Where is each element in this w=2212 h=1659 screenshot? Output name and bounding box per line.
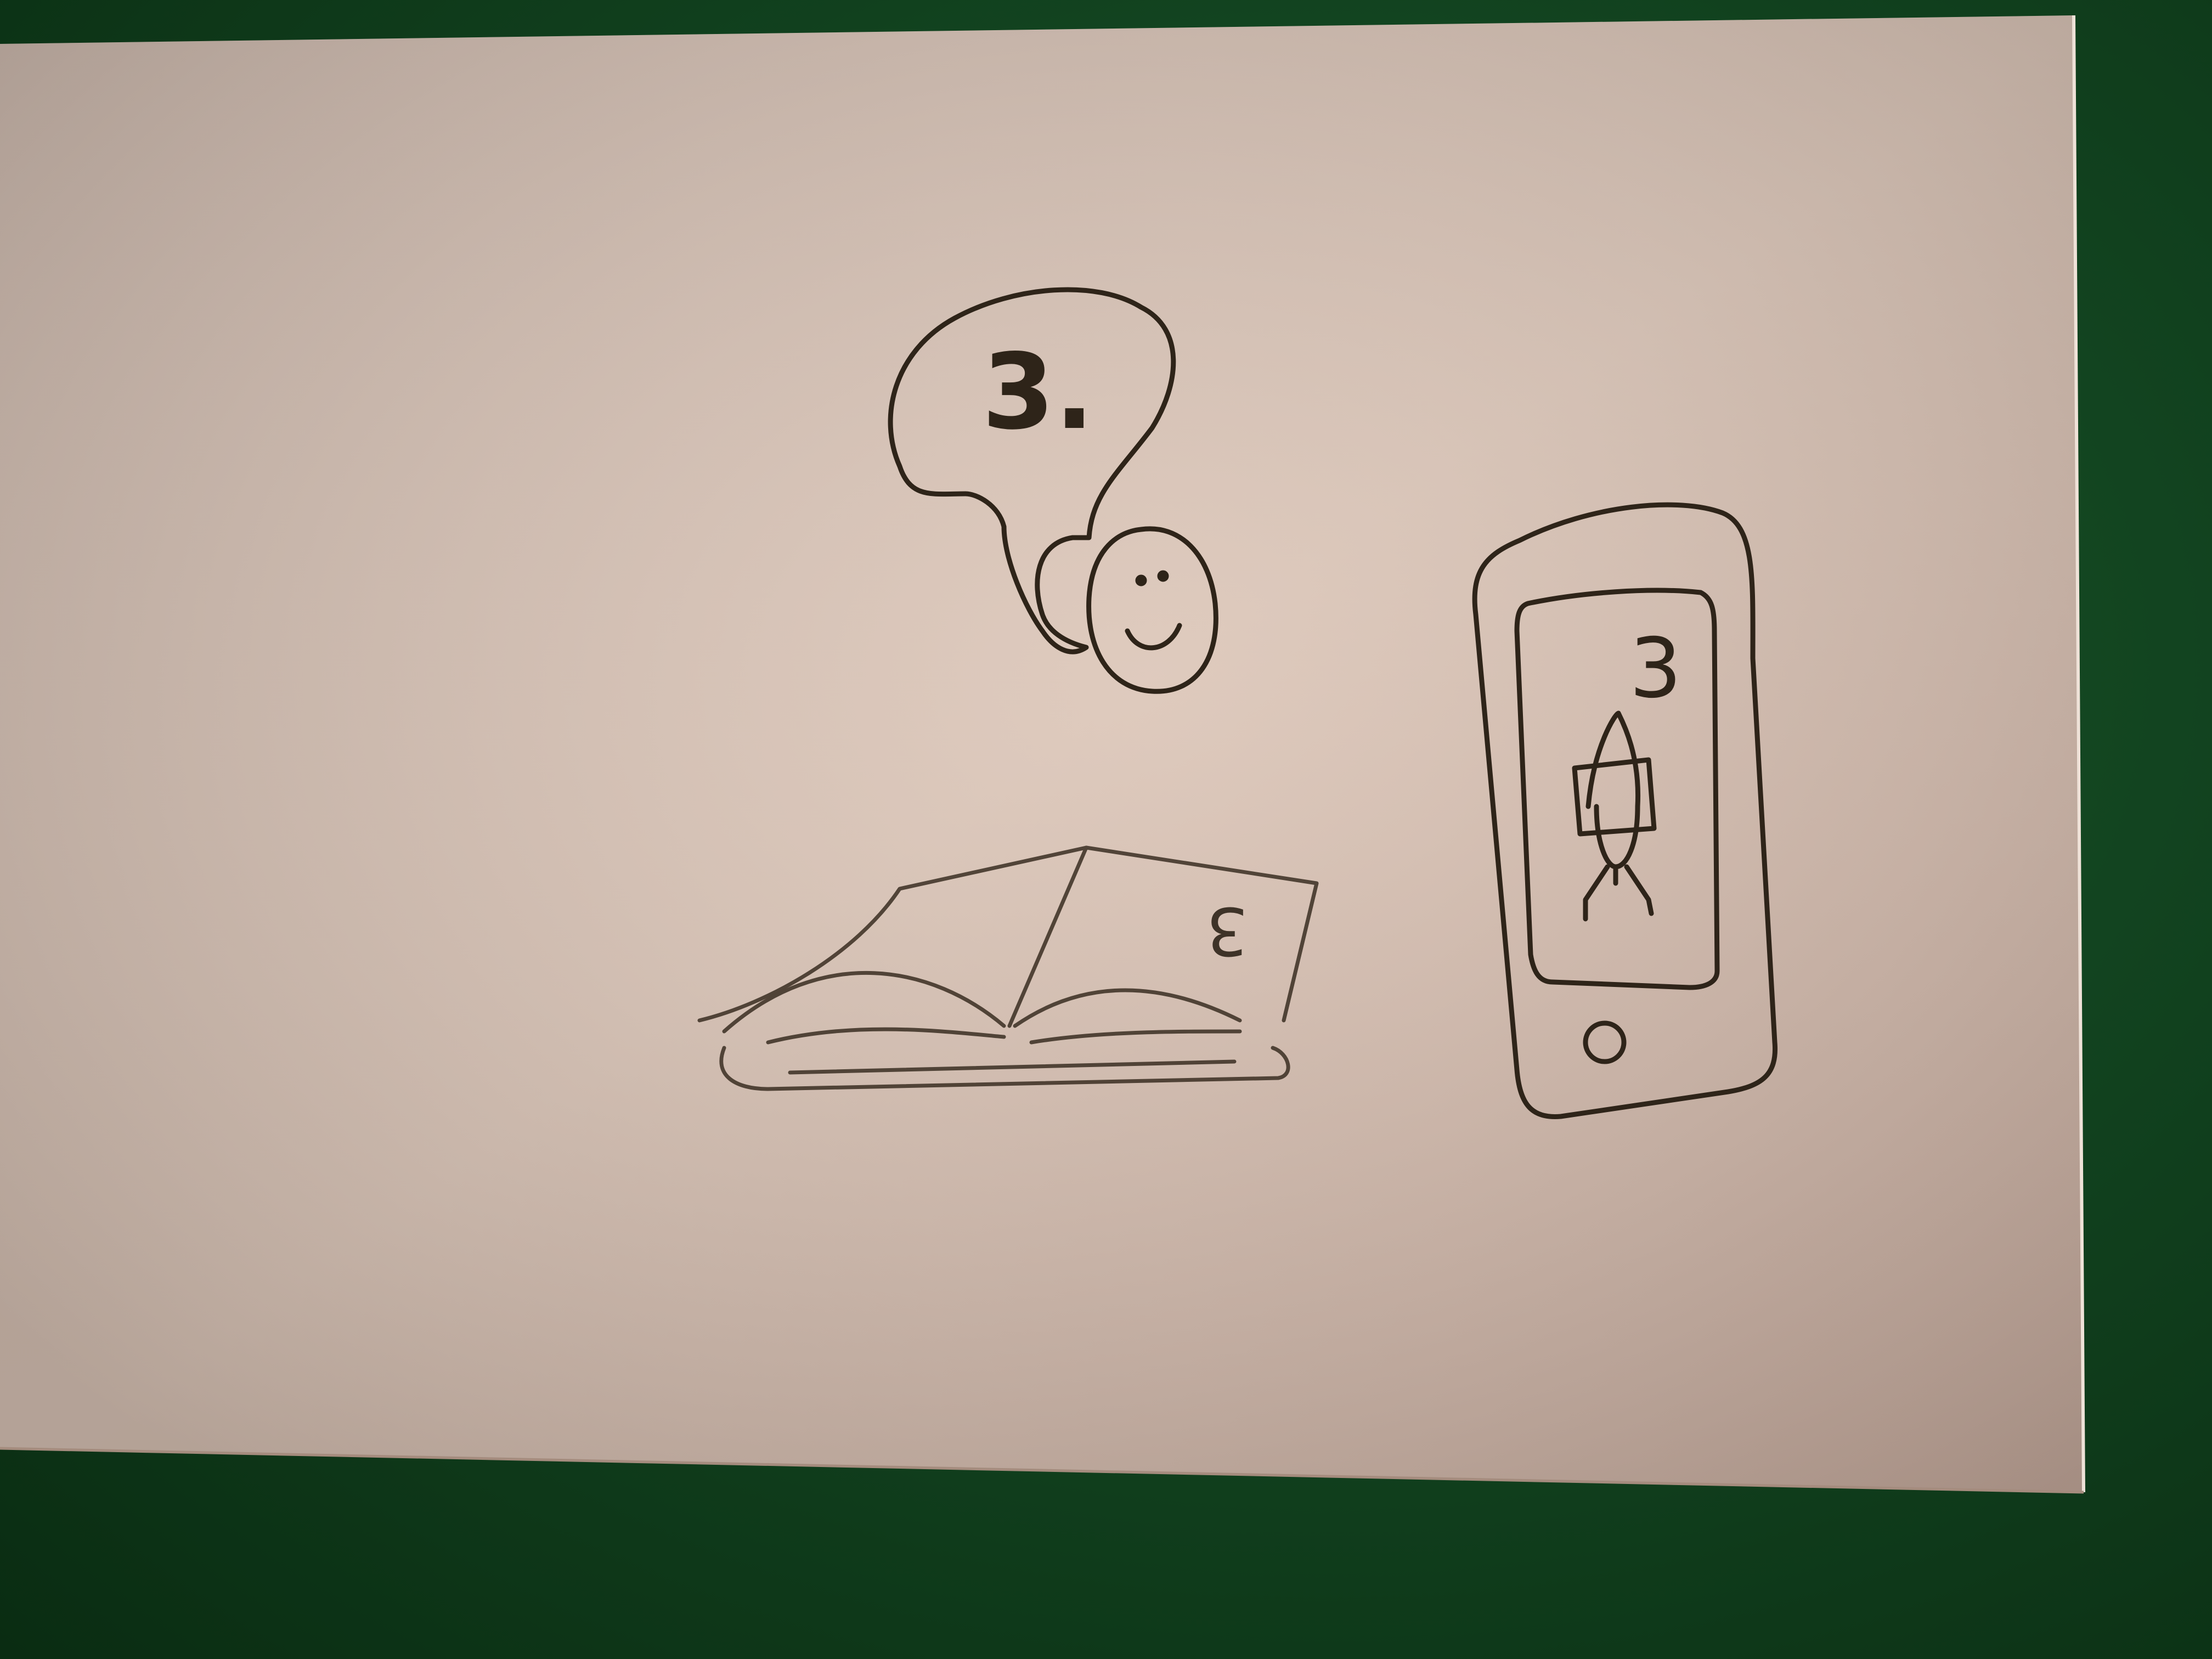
left-eye xyxy=(1135,574,1147,586)
thought-bubble-number: 3. xyxy=(982,331,1094,453)
index-card xyxy=(0,15,2085,1494)
right-eye xyxy=(1157,570,1169,582)
book-number: 3 xyxy=(1206,892,1248,968)
photo-scene: 3. 3 3 xyxy=(0,0,2212,1659)
sketch-canvas: 3. 3 3 xyxy=(0,15,2085,1494)
phone-screen-number: 3 xyxy=(1629,621,1681,716)
card-shading xyxy=(0,15,2084,1492)
